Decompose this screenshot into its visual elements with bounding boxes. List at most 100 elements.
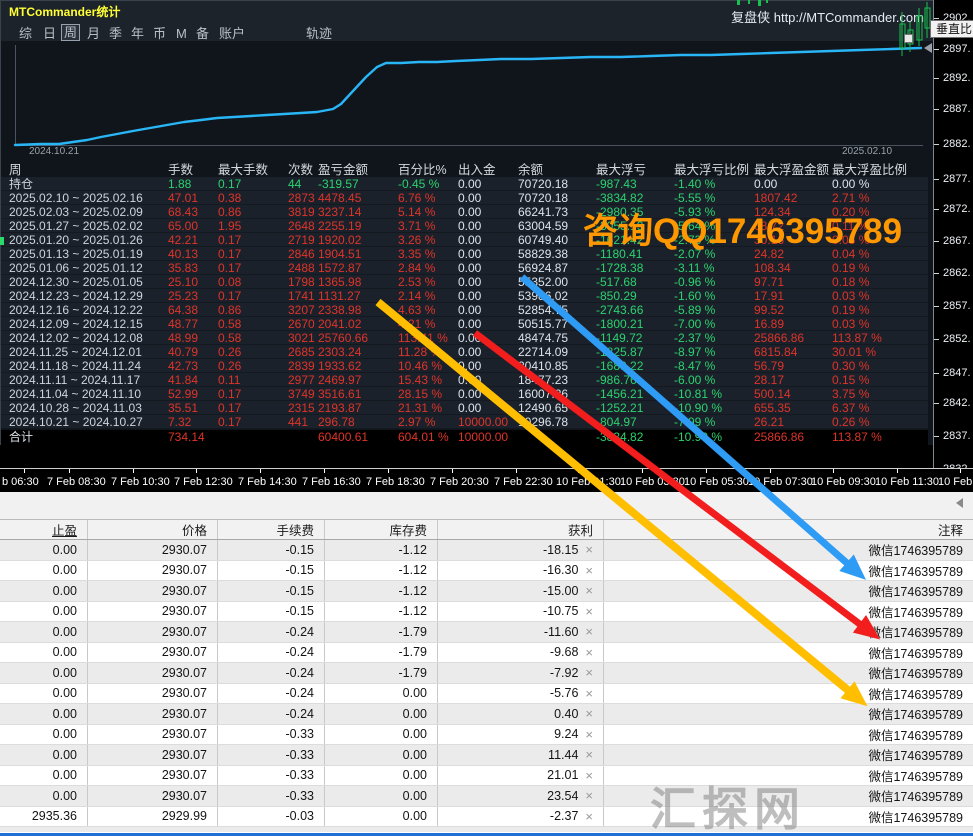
- price-label: 2887.: [943, 103, 971, 115]
- order-value: -1.79: [399, 645, 428, 659]
- menu-item-3[interactable]: 周: [61, 24, 80, 41]
- stats-cell: 0.00: [458, 177, 481, 191]
- order-cell-commission: -0.03: [218, 807, 325, 827]
- column-header: 百分比%: [398, 163, 447, 177]
- order-value: 0.00: [403, 748, 427, 762]
- stats-cell: -10.90 %: [674, 401, 722, 415]
- close-order-icon[interactable]: ×: [585, 686, 593, 701]
- order-cell-commission: -0.33: [218, 745, 325, 765]
- order-row[interactable]: 0.002930.07-0.330.009.24×微信1746395789: [0, 725, 973, 746]
- order-cell-comment: 微信1746395789: [604, 643, 973, 663]
- close-order-icon[interactable]: ×: [585, 583, 593, 598]
- price-tick: [934, 273, 939, 274]
- menu-item-4[interactable]: 月: [87, 26, 100, 41]
- stats-cell: 2193.87: [318, 401, 361, 415]
- close-order-icon[interactable]: ×: [585, 727, 593, 742]
- menu-item-5[interactable]: 季: [109, 26, 122, 41]
- order-value: -16.30: [543, 563, 578, 577]
- order-row[interactable]: 0.002930.07-0.24-1.79-7.92×微信1746395789: [0, 663, 973, 684]
- stats-cell: -1689.22: [596, 359, 643, 373]
- stats-cell: 0.86: [218, 205, 241, 219]
- orders-column-header[interactable]: 注释: [604, 520, 973, 539]
- close-order-icon[interactable]: ×: [585, 563, 593, 578]
- time-label: 7 Feb 22:30: [494, 476, 553, 488]
- stats-cell: -8.97 %: [674, 345, 715, 359]
- stats-cell: 0.00: [458, 275, 481, 289]
- collapse-arrow-icon[interactable]: [924, 43, 932, 53]
- stats-cell: 35.51: [168, 401, 198, 415]
- stats-cell: 0.00: [458, 233, 481, 247]
- order-cell-tp: 0.00: [0, 725, 88, 745]
- order-cell-swap: 0.00: [325, 786, 438, 806]
- close-order-icon[interactable]: ×: [585, 604, 593, 619]
- stats-cell: 47.01: [168, 191, 198, 205]
- close-order-icon[interactable]: ×: [585, 645, 593, 660]
- price-tick: [934, 18, 939, 19]
- scroll-left-icon[interactable]: [956, 498, 963, 508]
- menu-item-9[interactable]: 备: [196, 26, 209, 41]
- order-row[interactable]: 0.002930.07-0.15-1.12-10.75×微信1746395789: [0, 602, 973, 623]
- close-order-icon[interactable]: ×: [585, 665, 593, 680]
- stats-cell: 0.18 %: [832, 275, 869, 289]
- order-row[interactable]: 0.002930.07-0.15-1.12-18.15×微信1746395789: [0, 540, 973, 561]
- order-value: 0.00: [403, 768, 427, 782]
- price-axis[interactable]: 2902.2897.2892.2887.2882.2877.2872.2867.…: [933, 0, 973, 468]
- stats-cell: 7.32: [168, 415, 191, 429]
- close-order-icon[interactable]: ×: [585, 542, 593, 557]
- menu-item-6[interactable]: 年: [131, 26, 144, 41]
- stats-cell: 68.43: [168, 205, 198, 219]
- order-row[interactable]: 2935.362929.99-0.030.00-2.37×微信174639578…: [0, 807, 973, 828]
- orders-column-header[interactable]: 库存费: [325, 520, 438, 539]
- orders-column-header[interactable]: 手续费: [218, 520, 325, 539]
- stats-cell: 1904.51: [318, 247, 361, 261]
- stats-cell: 2025.01.13 ~ 2025.01.19: [9, 247, 143, 261]
- order-cell-tp: 0.00: [0, 684, 88, 704]
- close-order-icon[interactable]: ×: [585, 747, 593, 762]
- menu-item-11[interactable]: 轨迹: [306, 26, 332, 41]
- menu-item-2[interactable]: 日: [43, 26, 56, 41]
- orders-column-header[interactable]: 价格: [88, 520, 218, 539]
- close-order-icon[interactable]: ×: [585, 788, 593, 803]
- time-label: 7 Feb 12:30: [174, 476, 233, 488]
- close-order-icon[interactable]: ×: [585, 809, 593, 824]
- order-value: -0.33: [286, 768, 315, 782]
- stats-cell: 2024.11.11 ~ 2024.11.17: [9, 373, 140, 387]
- chart-object-marker: [904, 34, 913, 43]
- orders-column-header[interactable]: 获利: [438, 520, 604, 539]
- order-value: -18.15: [543, 543, 578, 557]
- order-value: -0.15: [286, 563, 315, 577]
- menu-item-8[interactable]: M: [176, 26, 187, 41]
- stats-cell: -5.89 %: [674, 303, 715, 317]
- stats-cell: 28.17: [754, 373, 784, 387]
- order-row[interactable]: 0.002930.07-0.330.0023.54×微信1746395789: [0, 786, 973, 807]
- order-row[interactable]: 0.002930.07-0.24-1.79-9.68×微信1746395789: [0, 643, 973, 664]
- close-order-icon[interactable]: ×: [585, 768, 593, 783]
- time-axis[interactable]: b 06:307 Feb 08:307 Feb 10:307 Feb 12:30…: [0, 468, 973, 492]
- order-row[interactable]: 0.002930.07-0.330.0011.44×微信1746395789: [0, 745, 973, 766]
- menu-item-1[interactable]: 综: [19, 26, 32, 41]
- order-row[interactable]: 0.002930.07-0.15-1.12-16.30×微信1746395789: [0, 561, 973, 582]
- stats-cell: -7.00 %: [674, 317, 715, 331]
- stats-cell: 3.75 %: [832, 387, 869, 401]
- stats-cell: 2025.01.20 ~ 2025.01.26: [9, 233, 143, 247]
- menu-item-7[interactable]: 币: [153, 26, 166, 41]
- close-order-icon[interactable]: ×: [585, 624, 593, 639]
- stats-cell: 108.34: [754, 261, 791, 275]
- stats-cell: 0.26 %: [832, 415, 869, 429]
- order-cell-profit: 11.44×: [438, 745, 604, 765]
- time-tick: [324, 469, 325, 473]
- time-tick: [516, 469, 517, 473]
- candlestick: [766, 0, 768, 3]
- menu-item-10[interactable]: 账户: [219, 26, 245, 41]
- order-cell-swap: 0.00: [325, 766, 438, 786]
- stats-cell: 2025.01.27 ~ 2025.02.02: [9, 219, 143, 233]
- orders-column-header[interactable]: 止盈: [0, 520, 88, 539]
- order-row[interactable]: 0.002930.07-0.330.0021.01×微信1746395789: [0, 766, 973, 787]
- order-row[interactable]: 0.002930.07-0.15-1.12-15.00×微信1746395789: [0, 581, 973, 602]
- order-row[interactable]: 0.002930.07-0.240.00-5.76×微信1746395789: [0, 684, 973, 705]
- order-row[interactable]: 0.002930.07-0.24-1.79-11.60×微信1746395789: [0, 622, 973, 643]
- close-order-icon[interactable]: ×: [585, 706, 593, 721]
- stats-cell: -3834.82: [596, 430, 643, 445]
- order-row[interactable]: 0.002930.07-0.240.000.40×微信1746395789: [0, 704, 973, 725]
- order-value: -1.12: [399, 584, 428, 598]
